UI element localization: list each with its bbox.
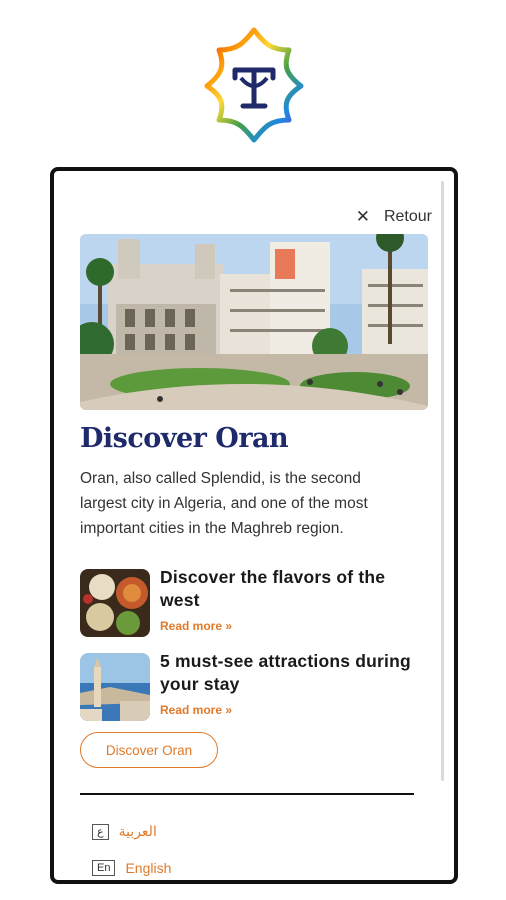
language-option-arabic[interactable]: ع العربية [92, 823, 157, 840]
read-more-link[interactable]: Read more » [160, 703, 232, 717]
scrollbar[interactable] [441, 181, 444, 781]
article-card-flavors[interactable]: Discover the flavors of the west Read mo… [80, 567, 420, 639]
retour-label: Retour [383, 208, 432, 225]
discover-oran-button[interactable]: Discover Oran [80, 732, 218, 768]
retour-button[interactable]: ✕ Retour [356, 207, 432, 227]
food-thumbnail [80, 569, 150, 637]
language-code-badge: ع [92, 823, 109, 840]
page-description: Oran, also called Splendid, is the secon… [80, 470, 368, 537]
language-code-badge: En [92, 860, 116, 876]
attractions-thumbnail [80, 653, 150, 721]
hero-image [80, 234, 428, 410]
divider [80, 793, 414, 795]
article-title: Discover the flavors of the west [160, 567, 386, 610]
language-label: English [125, 860, 172, 876]
read-more-link[interactable]: Read more » [160, 619, 232, 633]
article-title: 5 must-see attractions during your stay [160, 651, 411, 694]
article-card-attractions[interactable]: 5 must-see attractions during your stay … [80, 651, 420, 723]
phone-frame: ✕ Retour Discover Oran Oran, also called… [50, 167, 458, 884]
close-icon: ✕ [355, 207, 370, 226]
language-option-english[interactable]: En English [92, 860, 171, 876]
brand-logo [204, 27, 304, 143]
page-title: Discover Oran [80, 423, 289, 454]
language-label: العربية [118, 823, 157, 839]
